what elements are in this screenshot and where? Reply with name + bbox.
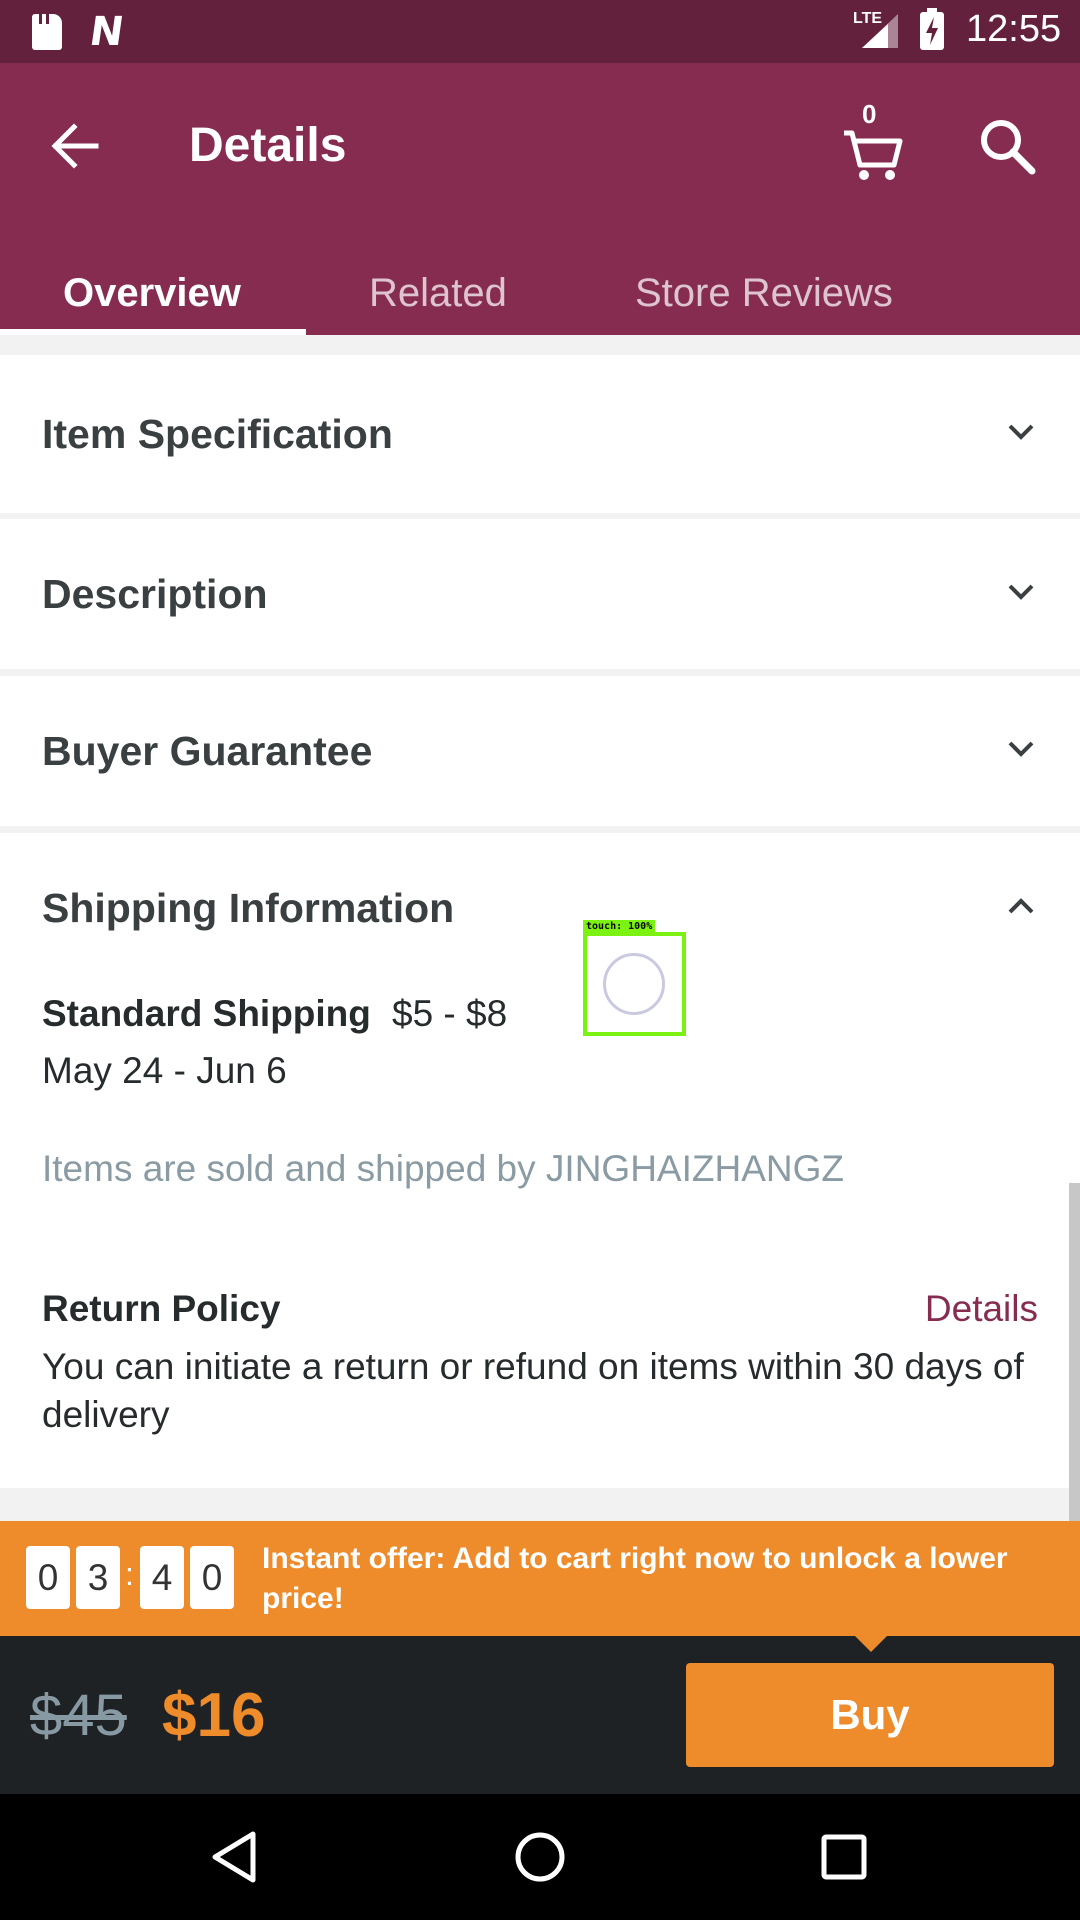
cart-count-badge: 0 — [862, 99, 877, 129]
timer-digit: 0 — [26, 1546, 70, 1609]
return-policy-details-link[interactable]: Details — [925, 1288, 1038, 1330]
section-title: Item Specification — [42, 411, 393, 457]
section-description[interactable]: Description — [0, 519, 1080, 669]
details-content: Item Specification Description Buyer Gua… — [0, 335, 1080, 1521]
shipping-price-range: $5 - $8 — [392, 993, 508, 1034]
original-price: $45 — [30, 1683, 127, 1748]
shipping-dates: May 24 - Jun 6 — [42, 1050, 287, 1091]
shipping-method-label: Standard Shipping — [42, 993, 371, 1034]
section-title: Buyer Guarantee — [42, 728, 373, 774]
touch-indicator-circle — [603, 953, 665, 1015]
sold-by-text: Items are sold and shipped by JINGHAIZHA… — [42, 1148, 844, 1189]
tab-overview[interactable]: Overview — [63, 271, 241, 335]
tab-store-reviews[interactable]: Store Reviews — [635, 271, 893, 335]
offer-pointer — [855, 1636, 887, 1652]
timer-separator: : — [125, 1556, 134, 1592]
instant-offer-banner[interactable]: 0 3 : 4 0 Instant offer: Add to cart rig… — [0, 1521, 1080, 1652]
nav-back-icon[interactable] — [203, 1824, 269, 1890]
nav-recent-icon[interactable] — [811, 1824, 877, 1890]
chevron-down-icon — [1008, 584, 1034, 600]
section-title: Description — [42, 571, 268, 617]
page-title: Details — [189, 119, 347, 172]
return-policy-text: You can initiate a return or refund on i… — [42, 1346, 1024, 1435]
return-policy-title: Return Policy — [42, 1288, 281, 1329]
n-logo-icon: N — [86, 9, 127, 55]
chevron-down-icon — [1008, 424, 1034, 440]
sd-card-icon — [32, 14, 62, 50]
battery-charging-icon — [920, 8, 944, 50]
nav-home-icon[interactable] — [507, 1824, 573, 1890]
section-shipping-information: Shipping Information Standard Shipping $… — [0, 833, 1080, 1488]
section-buyer-guarantee[interactable]: Buyer Guarantee — [0, 676, 1080, 826]
sale-price: $16 — [162, 1681, 266, 1750]
scrollbar[interactable] — [1069, 1183, 1080, 1521]
timer-digit: 0 — [190, 1546, 234, 1609]
chevron-up-icon[interactable] — [1004, 889, 1038, 923]
timer-digit: 3 — [76, 1546, 120, 1609]
price-bar: $45 $16 Buy — [0, 1636, 1080, 1794]
system-nav-bar — [0, 1794, 1080, 1920]
search-icon[interactable] — [972, 111, 1042, 181]
timer-digit: 4 — [140, 1546, 184, 1609]
section-item-specification[interactable]: Item Specification — [0, 355, 1080, 513]
network-type: LTE — [853, 10, 883, 27]
tab-related[interactable]: Related — [369, 271, 507, 335]
status-bar: N LTE 12:55 — [0, 0, 1080, 63]
buy-button[interactable]: Buy — [686, 1663, 1054, 1767]
status-time: 12:55 — [966, 8, 1062, 50]
back-arrow-icon[interactable] — [40, 111, 110, 181]
offer-text: Instant offer: Add to cart right now to … — [262, 1542, 1008, 1615]
section-title[interactable]: Shipping Information — [42, 885, 454, 932]
chevron-down-icon — [1008, 741, 1034, 757]
tab-bar: Overview Related Store Reviews — [0, 271, 1080, 335]
app-bar: Details 0 Overview Related Store Reviews — [0, 63, 1080, 335]
